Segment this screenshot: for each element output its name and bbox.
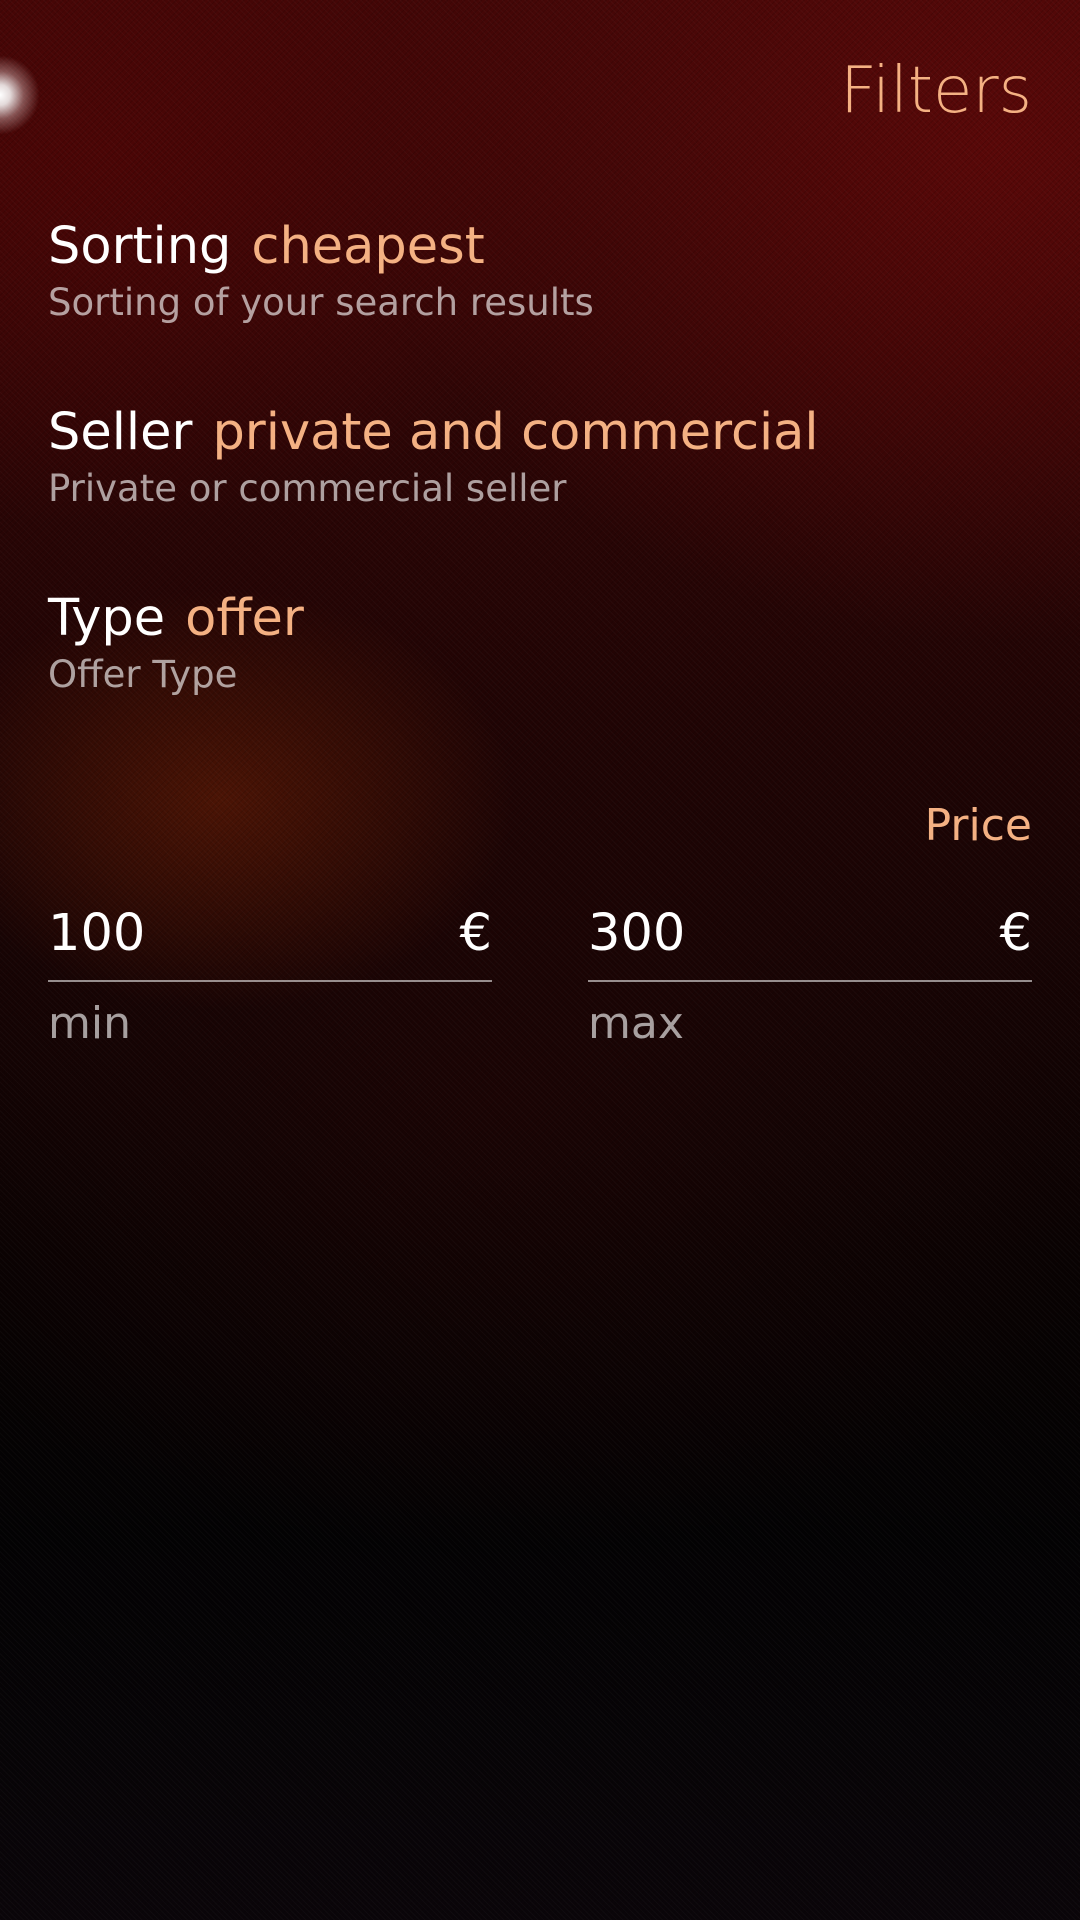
- filter-type[interactable]: Type offer Offer Type: [48, 587, 1032, 696]
- price-min-field: € min: [48, 900, 492, 1049]
- filter-seller-label: Seller: [48, 403, 193, 462]
- price-max-input[interactable]: [588, 904, 948, 963]
- price-min-label: min: [48, 998, 131, 1049]
- filter-sorting[interactable]: Sorting cheapest Sorting of your search r…: [48, 215, 1032, 324]
- page-title: Filters: [840, 54, 1032, 128]
- filter-sorting-value: cheapest: [251, 217, 485, 276]
- filter-sorting-description: Sorting of your search results: [48, 281, 594, 324]
- price-section-header: Price: [924, 800, 1032, 851]
- filter-seller[interactable]: Seller private and commercial Private or …: [48, 401, 1032, 510]
- filter-type-description: Offer Type: [48, 653, 238, 696]
- price-max-input-row[interactable]: €: [588, 900, 1032, 982]
- filter-seller-value: private and commercial: [212, 403, 819, 462]
- price-max-currency: €: [999, 904, 1032, 963]
- filter-type-value: offer: [185, 589, 304, 648]
- filter-sorting-label: Sorting: [48, 217, 232, 276]
- price-min-input[interactable]: [48, 904, 408, 963]
- filter-seller-description: Private or commercial seller: [48, 467, 567, 510]
- filter-type-label: Type: [48, 589, 166, 648]
- price-min-currency: €: [459, 904, 492, 963]
- price-max-label: max: [588, 998, 684, 1049]
- pulley-menu-indicator-icon: [0, 55, 40, 135]
- price-max-field: € max: [588, 900, 1032, 1049]
- price-min-input-row[interactable]: €: [48, 900, 492, 982]
